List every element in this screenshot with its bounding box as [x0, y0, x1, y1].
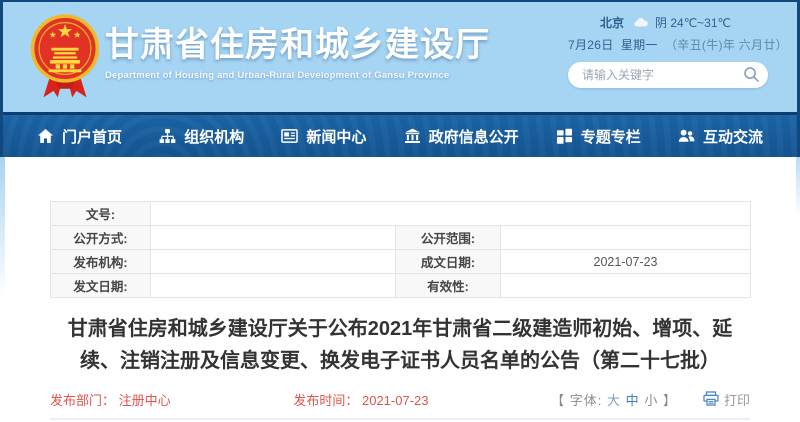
article-content: 文号: 公开方式: 公开范围: 发布机构: 成文日期: 2021-07-23 发… — [50, 201, 752, 422]
nav-label: 互动交流 — [702, 128, 763, 146]
search-icon — [743, 67, 760, 86]
org-icon — [159, 128, 176, 144]
nav-label: 组织机构 — [184, 128, 245, 146]
nav-label: 门户首页 — [62, 128, 123, 146]
main-nav: 门户首页 组织机构 新闻中心 政府信息公开 专题专栏 互动交流 — [3, 112, 797, 157]
site-title: 甘肃省住房和城乡建设厅 — [105, 26, 490, 64]
right-edge-gradient — [796, 157, 800, 217]
font-size-large-button[interactable]: 大 — [607, 393, 621, 408]
weather-condition: 阴 24℃~31℃ — [655, 15, 732, 30]
home-icon — [37, 128, 54, 144]
nav-label: 政府信息公开 — [428, 128, 519, 146]
site-subtitle: Department of Housing and Urban-Rural De… — [105, 69, 450, 81]
banner-utilities: 北京 阴 24℃~31℃ 7月26日 星期一 （辛丑(牛)年 六月廿） — [568, 12, 788, 88]
publish-time-value: 2021-07-23 — [361, 393, 429, 408]
nav-item-organization[interactable]: 组织机构 — [159, 126, 244, 147]
font-control-open: 【 字体: — [551, 393, 603, 408]
publish-time-label: 发布时间： — [293, 393, 359, 408]
publish-department: 发布部门： 注册中心 — [50, 390, 171, 409]
site-title-block: 甘肃省住房和城乡建设厅 Department of Housing and Ur… — [105, 24, 490, 81]
gov-info-icon — [404, 128, 421, 144]
open-method-label: 公开方式: — [50, 225, 151, 250]
issue-date-value — [150, 273, 396, 298]
publish-department-label: 发布部门： — [50, 393, 116, 408]
topics-icon — [556, 128, 573, 144]
weather-city: 北京 — [600, 15, 625, 30]
document-meta-table: 文号: 公开方式: 公开范围: 发布机构: 成文日期: 2021-07-23 发… — [50, 201, 752, 298]
print-button[interactable]: 打印 — [703, 390, 750, 409]
table-row: 公开方式: 公开范围: — [50, 225, 752, 250]
publish-time: 发布时间： 2021-07-23 — [293, 390, 428, 409]
open-scope-label: 公开范围: — [395, 225, 501, 250]
print-label: 打印 — [723, 393, 750, 408]
issuing-agency-label: 发布机构: — [50, 249, 151, 274]
font-control-close: 】 — [662, 393, 677, 408]
nav-item-home[interactable]: 门户首页 — [37, 126, 122, 147]
date-weekday: 星期一 — [620, 38, 658, 52]
issue-date-label: 发文日期: — [50, 273, 151, 298]
search-box — [568, 62, 768, 88]
table-row: 发文日期: 有效性: — [50, 273, 752, 298]
article-tools: 【 字体: 大 中 小 】 打印 — [551, 390, 750, 409]
national-emblem-logo — [29, 14, 101, 106]
font-size-medium-button[interactable]: 中 — [626, 393, 640, 408]
open-scope-value — [499, 225, 752, 250]
printer-icon — [703, 390, 719, 409]
written-date-value: 2021-07-23 — [499, 249, 752, 274]
search-button[interactable] — [742, 66, 760, 84]
doc-no-value — [149, 201, 752, 226]
font-size-small-button[interactable]: 小 — [644, 393, 658, 408]
left-edge-gradient — [0, 157, 5, 297]
table-row: 发布机构: 成文日期: 2021-07-23 — [50, 249, 752, 274]
validity-value — [499, 273, 752, 298]
nav-item-gov-info[interactable]: 政府信息公开 — [404, 126, 519, 147]
nav-label: 新闻中心 — [306, 128, 367, 146]
article-title: 甘肃省住房和城乡建设厅关于公布2021年甘肃省二级建造师初始、增项、延续、注销注… — [67, 318, 733, 372]
article-meta-row: 发布部门： 注册中心 发布时间： 2021-07-23 【 字体: 大 中 小 … — [50, 390, 750, 420]
page: 甘肃省住房和城乡建设厅 Department of Housing and Ur… — [0, 0, 800, 422]
nav-item-news[interactable]: 新闻中心 — [281, 126, 366, 147]
table-row: 文号: — [50, 201, 752, 226]
font-size-control: 【 字体: 大 中 小 】 — [551, 390, 677, 409]
date-solar: 7月26日 — [568, 38, 614, 52]
open-method-value — [150, 225, 396, 250]
written-date-label: 成文日期: — [395, 249, 501, 274]
doc-no-label: 文号: — [50, 201, 151, 226]
cloud-icon — [633, 15, 650, 29]
validity-label: 有效性: — [395, 273, 501, 298]
nav-label: 专题专栏 — [580, 128, 641, 146]
site-banner: 甘肃省住房和城乡建设厅 Department of Housing and Ur… — [3, 2, 797, 112]
publish-department-value: 注册中心 — [118, 393, 171, 408]
date-lunar: （辛丑(牛)年 六月廿） — [665, 38, 788, 52]
nav-item-interaction[interactable]: 互动交流 — [678, 126, 763, 147]
issuing-agency-value — [150, 249, 396, 274]
interaction-icon — [678, 128, 695, 144]
top-section: 甘肃省住房和城乡建设厅 Department of Housing and Ur… — [0, 0, 800, 157]
search-input[interactable] — [568, 62, 768, 88]
date-line: 7月26日 星期一 （辛丑(牛)年 六月廿） — [568, 36, 788, 53]
nav-item-topics[interactable]: 专题专栏 — [556, 126, 641, 147]
weather-widget: 北京 阴 24℃~31℃ — [568, 12, 783, 32]
news-icon — [281, 128, 299, 144]
